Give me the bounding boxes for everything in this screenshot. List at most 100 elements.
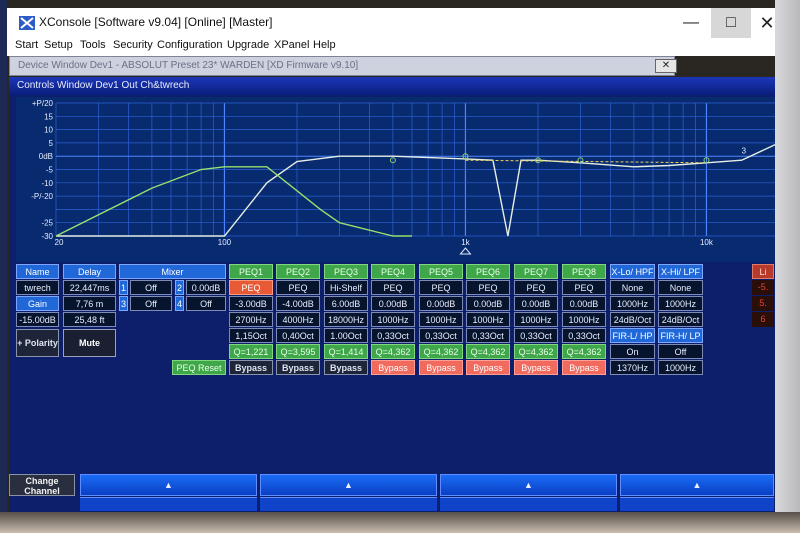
maximize-button[interactable]: □: [711, 8, 751, 38]
menu-help[interactable]: Help: [313, 39, 336, 51]
peq2-name[interactable]: PEQ2: [276, 264, 320, 279]
xhi-type[interactable]: None: [658, 280, 703, 295]
scroll-down-button-4[interactable]: [620, 497, 774, 511]
peq3-q[interactable]: Q=1,414: [324, 344, 368, 359]
peq3-name[interactable]: PEQ3: [324, 264, 368, 279]
peq1-bypass[interactable]: Bypass: [229, 360, 273, 375]
peq5-bypass[interactable]: Bypass: [419, 360, 463, 375]
peq1-bw[interactable]: 1,15Oct: [229, 328, 273, 343]
scroll-down-button-2[interactable]: [260, 497, 437, 511]
peq2-q[interactable]: Q=3,595: [276, 344, 320, 359]
peq7-q[interactable]: Q=4,362: [514, 344, 558, 359]
peq3-freq[interactable]: 18000Hz: [324, 312, 368, 327]
peq1-name[interactable]: PEQ1: [229, 264, 273, 279]
menu-configuration[interactable]: Configuration: [157, 39, 222, 51]
change-channel-button[interactable]: Change Channel: [9, 474, 75, 496]
peq3-type[interactable]: Hi-Shelf: [324, 280, 368, 295]
scroll-down-button-1[interactable]: [80, 497, 257, 511]
peq6-freq[interactable]: 1000Hz: [466, 312, 510, 327]
mixer-ch2-value[interactable]: 0.00dB: [186, 280, 226, 295]
peq6-q[interactable]: Q=4,362: [466, 344, 510, 359]
peq2-gain[interactable]: -4.00dB: [276, 296, 320, 311]
xlo-filter[interactable]: FIR-L/ HP: [610, 328, 655, 343]
peq8-name[interactable]: PEQ8: [562, 264, 606, 279]
xhi-slope[interactable]: 24dB/Oct: [658, 312, 703, 327]
mute-button[interactable]: Mute: [63, 329, 116, 357]
peq3-bw[interactable]: 1.00Oct: [324, 328, 368, 343]
peq5-freq[interactable]: 1000Hz: [419, 312, 463, 327]
mixer-ch4-value[interactable]: Off: [186, 296, 226, 311]
peq8-bypass[interactable]: Bypass: [562, 360, 606, 375]
delay-ft-value[interactable]: 25,48 ft: [63, 312, 116, 327]
xlo-state[interactable]: On: [610, 344, 655, 359]
channel-name-value[interactable]: twrech: [16, 280, 59, 295]
xhi-freq[interactable]: 1000Hz: [658, 296, 703, 311]
menu-upgrade[interactable]: Upgrade: [227, 39, 269, 51]
peq7-type[interactable]: PEQ: [514, 280, 558, 295]
peq8-bw[interactable]: 0,33Oct: [562, 328, 606, 343]
gain-value[interactable]: -15.00dB: [16, 312, 59, 327]
mixer-ch3-value[interactable]: Off: [130, 296, 172, 311]
peq3-gain[interactable]: 6.00dB: [324, 296, 368, 311]
scroll-up-button-1[interactable]: ▲: [80, 474, 257, 496]
peq4-bypass[interactable]: Bypass: [371, 360, 415, 375]
peq7-bw[interactable]: 0,33Oct: [514, 328, 558, 343]
menu-setup[interactable]: Setup: [44, 39, 73, 51]
mixer-ch1-value[interactable]: Off: [130, 280, 172, 295]
xhi-freq2[interactable]: 1000Hz: [658, 360, 703, 375]
peq5-q[interactable]: Q=4,362: [419, 344, 463, 359]
peq5-bw[interactable]: 0,33Oct: [419, 328, 463, 343]
xlo-freq[interactable]: 1000Hz: [610, 296, 655, 311]
peq7-bypass[interactable]: Bypass: [514, 360, 558, 375]
xlo-slope[interactable]: 24dB/Oct: [610, 312, 655, 327]
peq7-gain[interactable]: 0.00dB: [514, 296, 558, 311]
peq1-q[interactable]: Q=1,221: [229, 344, 273, 359]
peq8-freq[interactable]: 1000Hz: [562, 312, 606, 327]
peq5-name[interactable]: PEQ5: [419, 264, 463, 279]
peq1-gain[interactable]: -3.00dB: [229, 296, 273, 311]
peq7-name[interactable]: PEQ7: [514, 264, 558, 279]
peq1-freq[interactable]: 2700Hz: [229, 312, 273, 327]
xhi-state[interactable]: Off: [658, 344, 703, 359]
minimize-button[interactable]: —: [671, 8, 711, 38]
xlo-type[interactable]: None: [610, 280, 655, 295]
device-window-close-button[interactable]: ✕: [655, 59, 677, 73]
peq4-name[interactable]: PEQ4: [371, 264, 415, 279]
scroll-down-button-3[interactable]: [440, 497, 617, 511]
peq8-gain[interactable]: 0.00dB: [562, 296, 606, 311]
peq4-freq[interactable]: 1000Hz: [371, 312, 415, 327]
peq4-type[interactable]: PEQ: [371, 280, 415, 295]
peq2-bw[interactable]: 0,40Oct: [276, 328, 320, 343]
polarity-button[interactable]: + Polarity: [16, 329, 59, 357]
menu-tools[interactable]: Tools: [80, 39, 106, 51]
xhi-filter[interactable]: FIR-H/ LP: [658, 328, 703, 343]
menu-xpanel[interactable]: XPanel: [274, 39, 309, 51]
menu-security[interactable]: Security: [113, 39, 153, 51]
peq1-type[interactable]: PEQ: [229, 280, 273, 295]
scroll-up-button-4[interactable]: ▲: [620, 474, 774, 496]
peq6-bw[interactable]: 0,33Oct: [466, 328, 510, 343]
peq2-bypass[interactable]: Bypass: [276, 360, 320, 375]
scroll-up-button-3[interactable]: ▲: [440, 474, 617, 496]
delay-m-value[interactable]: 7,76 m: [63, 296, 116, 311]
peq6-name[interactable]: PEQ6: [466, 264, 510, 279]
menu-start[interactable]: Start: [15, 39, 38, 51]
peq2-freq[interactable]: 4000Hz: [276, 312, 320, 327]
xlo-freq2[interactable]: 1370Hz: [610, 360, 655, 375]
peq6-gain[interactable]: 0.00dB: [466, 296, 510, 311]
delay-ms-value[interactable]: 22,447ms: [63, 280, 116, 295]
peq3-bypass[interactable]: Bypass: [324, 360, 368, 375]
peq4-gain[interactable]: 0.00dB: [371, 296, 415, 311]
peq8-q[interactable]: Q=4,362: [562, 344, 606, 359]
peq6-type[interactable]: PEQ: [466, 280, 510, 295]
peq4-bw[interactable]: 0,33Oct: [371, 328, 415, 343]
peq4-q[interactable]: Q=4,362: [371, 344, 415, 359]
peq5-type[interactable]: PEQ: [419, 280, 463, 295]
eq-response-graph[interactable]: +P/20 15 10 5 0dB -5 -10 -P/-20 -25 -30 20 100 1k 10k…: [16, 97, 779, 262]
peq6-bypass[interactable]: Bypass: [466, 360, 510, 375]
peq5-gain[interactable]: 0.00dB: [419, 296, 463, 311]
peq2-type[interactable]: PEQ: [276, 280, 320, 295]
peq-reset-button[interactable]: PEQ Reset: [172, 360, 226, 375]
scroll-up-button-2[interactable]: ▲: [260, 474, 437, 496]
peq8-type[interactable]: PEQ: [562, 280, 606, 295]
